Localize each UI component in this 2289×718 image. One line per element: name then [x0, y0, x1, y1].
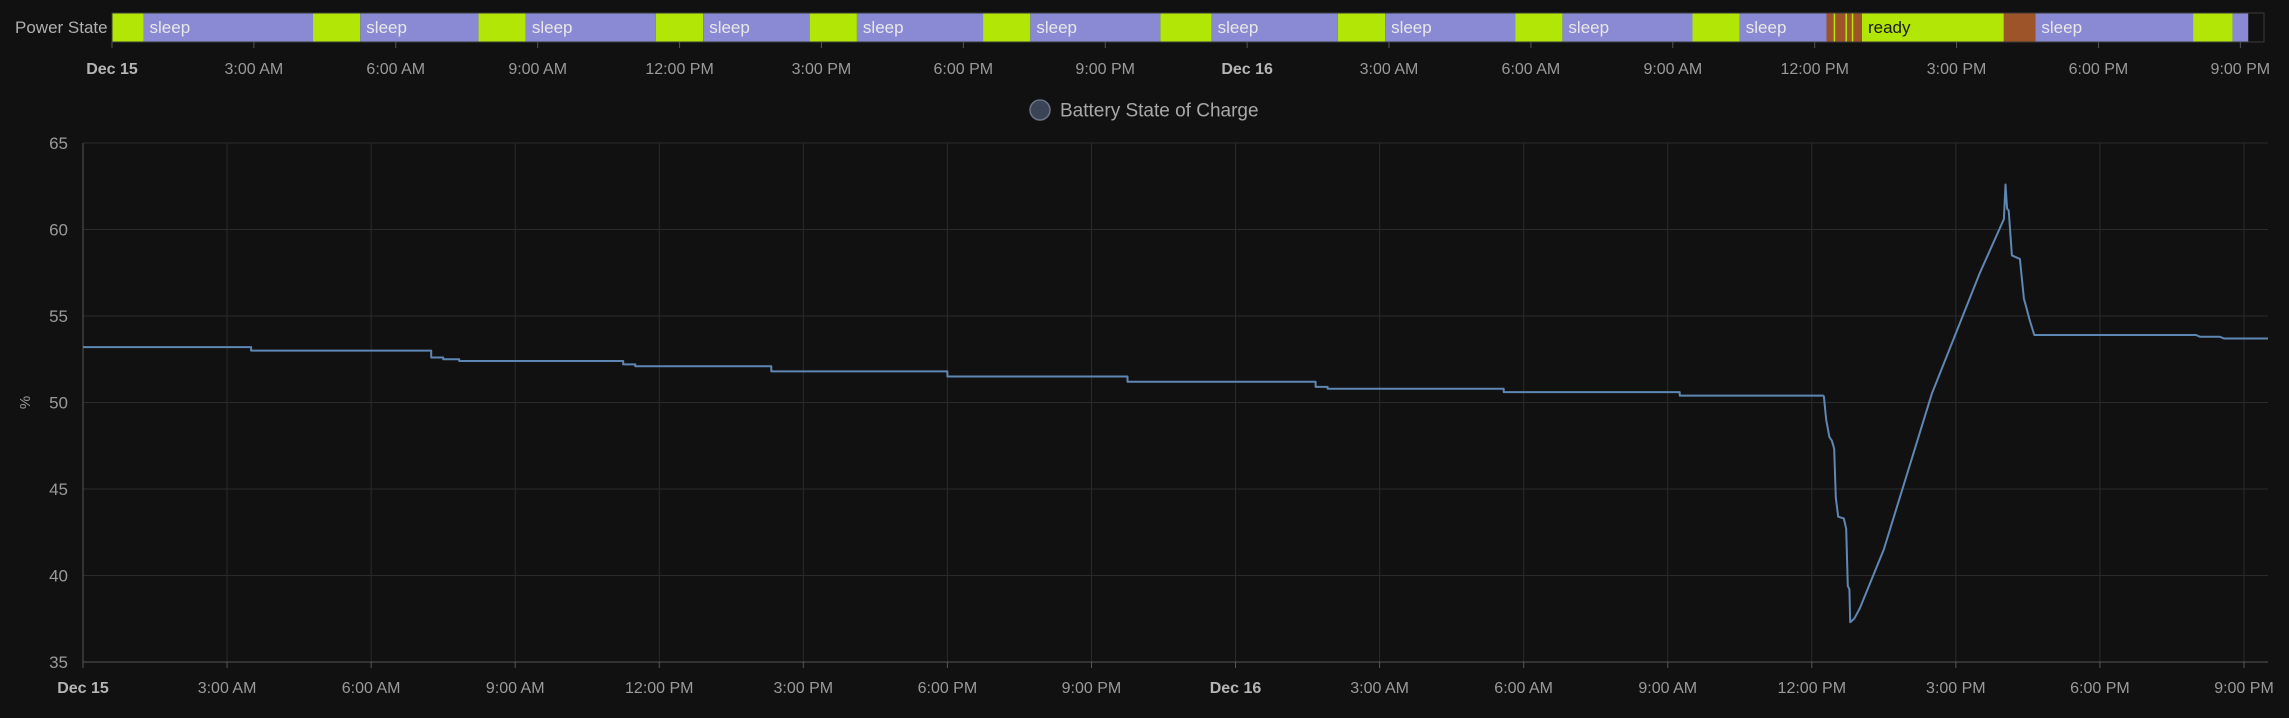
x-tick-label: 12:00 PM: [1778, 680, 1846, 697]
x-tick-label: 3:00 PM: [774, 680, 834, 697]
chart-legend[interactable]: Battery State of Charge: [1029, 99, 1259, 122]
battery-soc-chart: Battery State of Charge 35 40 45 50 55 60 65 Dec…: [17, 99, 2274, 697]
y-tick-label: 55: [49, 307, 68, 326]
x-tick-label: 3:00 AM: [198, 680, 257, 697]
y-axis-label: %: [17, 396, 34, 409]
history-panel: Power State sleep sleep sleep sleep sleep slee…: [0, 0, 2289, 718]
y-tick-label: 40: [49, 567, 68, 586]
y-tick-label: 35: [49, 653, 68, 672]
x-tick-label: 9:00 PM: [2214, 680, 2274, 697]
x-tick-label: 9:00 AM: [486, 680, 545, 697]
x-tick-label: 9:00 PM: [1062, 680, 1122, 697]
battery-soc-series-line: [83, 346, 1824, 397]
x-tick-label: 6:00 PM: [2070, 680, 2130, 697]
y-tick-label: 45: [49, 480, 68, 499]
x-tick-label: 3:00 PM: [1926, 680, 1986, 697]
x-tick-label: 6:00 PM: [918, 680, 978, 697]
x-tick-label: Dec 15: [57, 680, 109, 697]
x-tick-label: 3:00 AM: [1350, 680, 1409, 697]
x-tick-label: 9:00 AM: [1638, 680, 1697, 697]
x-tick-label: 6:00 AM: [342, 680, 401, 697]
x-tick-label: 12:00 PM: [625, 680, 693, 697]
legend-swatch-icon[interactable]: [1029, 99, 1051, 121]
y-tick-label: 50: [49, 394, 68, 413]
battery-soc-series-line: [1822, 183, 2268, 624]
legend-label[interactable]: Battery State of Charge: [1060, 101, 1259, 122]
y-tick-label: 65: [49, 134, 68, 153]
x-tick-label: 6:00 AM: [1494, 680, 1553, 697]
x-tick-label: Dec 16: [1210, 680, 1262, 697]
y-tick-label: 60: [49, 221, 68, 240]
